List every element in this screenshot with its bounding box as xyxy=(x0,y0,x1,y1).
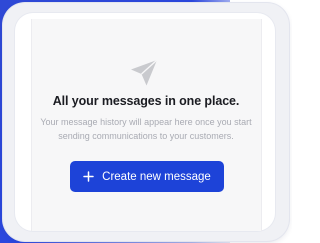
empty-state-description: Your message history will appear here on… xyxy=(30,115,262,143)
description-line-1: Your message history will appear here on… xyxy=(40,117,252,127)
description-line-2: sending communications to your customers… xyxy=(58,131,234,141)
create-new-message-button[interactable]: Create new message xyxy=(70,161,224,192)
empty-state-title: All your messages in one place. xyxy=(52,94,240,108)
screenshot-stage: All your messages in one place. Your mes… xyxy=(0,0,292,243)
send-icon xyxy=(131,59,158,86)
plus-icon xyxy=(83,171,94,182)
create-button-label: Create new message xyxy=(102,170,211,183)
